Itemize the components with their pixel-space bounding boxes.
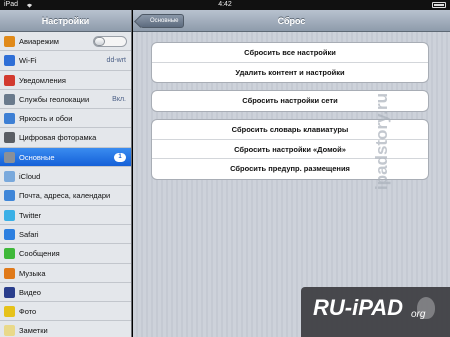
logo-suffix: org — [411, 309, 426, 320]
sidebar-item-label: Wi-Fi — [19, 56, 37, 66]
sidebar-item-label: Сообщения — [19, 249, 60, 259]
sidebar-item[interactable]: Сообщения — [0, 244, 131, 264]
messages-icon — [4, 248, 15, 260]
notifications-icon — [4, 74, 15, 86]
safari-icon — [4, 228, 15, 240]
sidebar-item[interactable]: Видео — [0, 282, 131, 303]
sidebar-item-label: Цифровая фоторамка — [19, 133, 97, 143]
sidebar-item[interactable]: Службы геолокации Вкл. — [0, 89, 131, 110]
toggle-knob — [94, 37, 105, 46]
location-icon — [4, 93, 15, 105]
sidebar-item-value: Вкл. — [112, 95, 126, 103]
sidebar-item-label: Фото — [19, 307, 37, 317]
sidebar-item[interactable]: Цифровая фоторамка — [0, 128, 131, 148]
update-badge: 1 — [114, 152, 126, 162]
airplane-mode-toggle[interactable] — [93, 36, 127, 47]
site-logo: RU-iPAD org — [301, 287, 450, 337]
photos-icon — [4, 306, 15, 318]
sidebar-item-label: Safari — [19, 229, 39, 239]
main-header: Основные Сброс — [133, 10, 450, 32]
sidebar-item-label: Музыка — [19, 268, 46, 278]
sidebar-item-label: Яркость и обои — [19, 114, 73, 124]
sidebar-item-label: Заметки — [19, 326, 48, 336]
sidebar-item-label: Почта, адреса, календари — [19, 191, 111, 201]
sidebar-item[interactable]: Фото — [0, 302, 131, 322]
wifi-icon — [4, 55, 15, 67]
notes-icon — [4, 325, 15, 337]
cloud-icon — [4, 171, 15, 183]
twitter-icon — [4, 209, 15, 221]
sidebar-item-value: dd-wrt — [106, 57, 126, 65]
logo-text: RU-iPAD — [313, 295, 404, 320]
sidebar-item[interactable]: Музыка — [0, 263, 131, 283]
sidebar-item-label: Уведомления — [19, 75, 66, 85]
sidebar-item[interactable]: iCloud — [0, 167, 131, 187]
erase-content-button[interactable]: Удалить контент и настройки — [152, 63, 428, 83]
reset-all-settings-button[interactable]: Сбросить все настройки — [152, 43, 428, 63]
sidebar-item-label: Twitter — [19, 210, 42, 220]
mail-icon — [4, 190, 15, 202]
photo-frame-icon — [4, 132, 15, 144]
brightness-icon — [4, 113, 15, 125]
sidebar-item[interactable]: Почта, адреса, календари — [0, 186, 131, 206]
gear-icon — [4, 151, 15, 163]
sidebar-item[interactable]: Twitter — [0, 205, 131, 225]
sidebar: Настройки Авиарежим Wi-Fi dd-wrt Уведомлени… — [0, 10, 132, 337]
sidebar-item-label: Основные — [19, 152, 55, 162]
sidebar-list: Авиарежим Wi-Fi dd-wrt Уведомления Службы ге… — [0, 32, 131, 337]
sidebar-item[interactable]: Wi-Fi dd-wrt — [0, 51, 131, 71]
sidebar-item[interactable]: Основные 1 — [0, 147, 131, 168]
sidebar-item-label: Авиарежим — [19, 37, 59, 46]
sidebar-item[interactable]: Уведомления — [0, 70, 131, 90]
sidebar-item[interactable]: Заметки — [0, 321, 131, 337]
music-icon — [4, 267, 15, 279]
sidebar-item-label: Службы геолокации — [19, 94, 90, 104]
sidebar-item[interactable]: Яркость и обои — [0, 109, 131, 129]
airplane-icon — [4, 36, 15, 47]
sidebar-item-label: Видео — [19, 287, 41, 297]
page-title: Сброс — [277, 16, 306, 26]
reset-group-1: Сбросить все настройки Удалить контент и… — [151, 42, 429, 83]
sidebar-item[interactable]: Авиарежим — [0, 32, 131, 52]
watermark-text: ipadstory.ru — [372, 93, 391, 190]
clock: 4:42 — [218, 1, 232, 8]
sidebar-title: Настройки — [0, 10, 131, 32]
status-bar: iPad 4:42 — [0, 0, 450, 10]
sidebar-item-label: iCloud — [19, 172, 41, 182]
battery-icon — [432, 2, 446, 8]
video-icon — [4, 286, 15, 298]
sidebar-item[interactable]: Safari — [0, 224, 131, 245]
